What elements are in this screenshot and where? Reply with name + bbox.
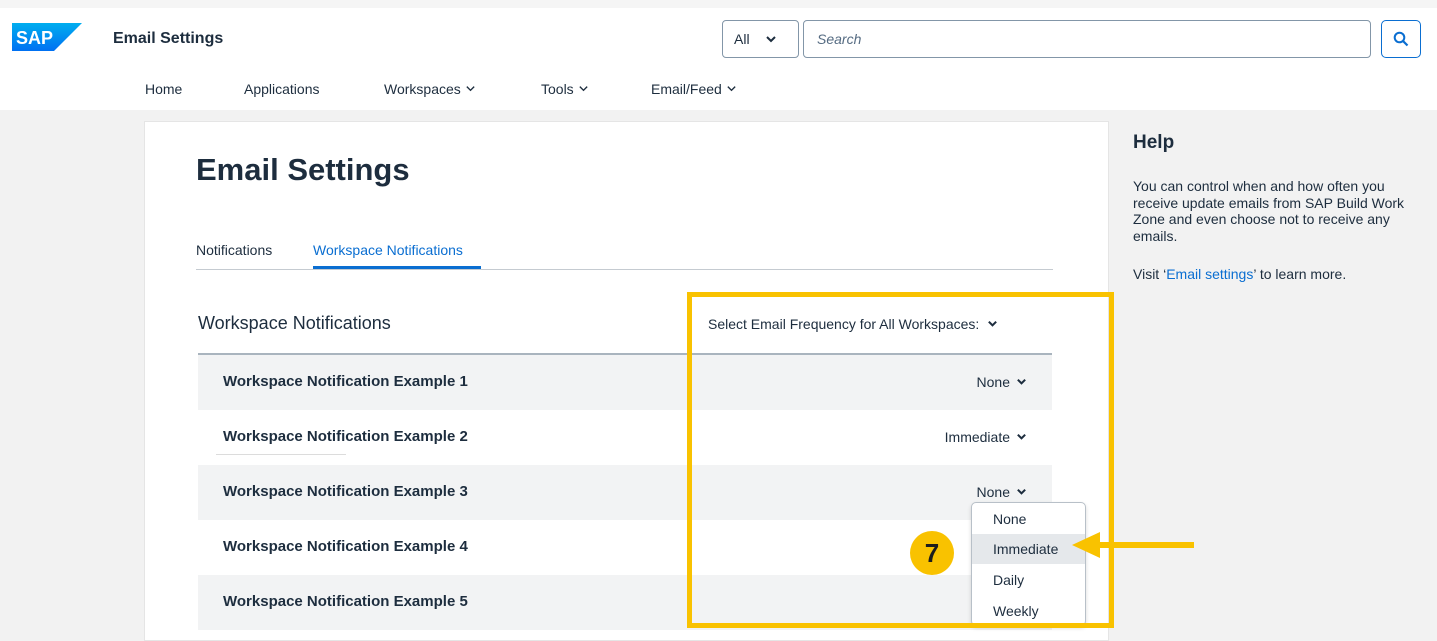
page-title: Email Settings bbox=[196, 152, 410, 187]
nav-email-feed-label: Email/Feed bbox=[651, 81, 722, 97]
sap-logo[interactable]: SAP bbox=[12, 23, 82, 51]
help-title: Help bbox=[1133, 132, 1175, 153]
tab-notifications-label: Notifications bbox=[196, 242, 273, 258]
search-scope-select[interactable]: All bbox=[722, 20, 799, 58]
arrow-left-icon bbox=[1072, 532, 1194, 558]
chevron-down-icon bbox=[727, 86, 736, 92]
tabs-divider bbox=[196, 269, 1053, 270]
logo-text: SAP bbox=[16, 28, 53, 48]
chevron-down-icon bbox=[466, 86, 475, 92]
workspace-name: Workspace Notification Example 5 bbox=[223, 593, 468, 610]
workspace-name: Workspace Notification Example 4 bbox=[223, 538, 468, 555]
search-button[interactable] bbox=[1381, 20, 1421, 58]
search-scope-value: All bbox=[734, 31, 750, 47]
step-badge: 7 bbox=[910, 531, 954, 575]
nav-tools[interactable]: Tools bbox=[541, 81, 589, 97]
workspace-name: Workspace Notification Example 1 bbox=[223, 373, 468, 390]
help-text: You can control when and how often you r… bbox=[1133, 178, 1405, 244]
email-settings-link[interactable]: Email settings bbox=[1166, 266, 1253, 282]
active-tab-indicator bbox=[313, 266, 481, 269]
workspace-name: Workspace Notification Example 2 bbox=[223, 428, 468, 445]
nav-email-feed[interactable]: Email/Feed bbox=[651, 81, 737, 97]
help-link-row: Visit ‘Email settings’ to learn more. bbox=[1133, 266, 1413, 282]
nav-home[interactable]: Home bbox=[145, 81, 182, 97]
search-input[interactable]: Search bbox=[803, 20, 1371, 58]
nav-workspaces-label: Workspaces bbox=[384, 81, 461, 97]
chevron-down-icon bbox=[765, 36, 776, 43]
section-title: Workspace Notifications bbox=[198, 313, 391, 333]
row-focus-line bbox=[216, 454, 346, 455]
search-icon bbox=[1393, 31, 1409, 47]
help-link-suffix: ’ to learn more. bbox=[1253, 266, 1347, 283]
app-title: Email Settings bbox=[113, 30, 224, 47]
nav-workspaces[interactable]: Workspaces bbox=[384, 81, 476, 97]
workspace-name: Workspace Notification Example 3 bbox=[223, 483, 468, 500]
search-placeholder: Search bbox=[817, 31, 862, 47]
nav-applications[interactable]: Applications bbox=[244, 81, 320, 97]
tab-workspace-notifications[interactable]: Workspace Notifications bbox=[313, 242, 463, 258]
help-link-prefix: Visit ‘ bbox=[1133, 266, 1167, 283]
top-strip bbox=[0, 0, 1437, 8]
nav-tools-label: Tools bbox=[541, 81, 574, 97]
help-panel: Help You can control when and how often … bbox=[1133, 132, 1413, 282]
tab-workspace-notifications-label: Workspace Notifications bbox=[313, 242, 463, 258]
annotation-highlight-box bbox=[687, 292, 1114, 628]
tab-notifications[interactable]: Notifications bbox=[196, 242, 272, 258]
nav-applications-label: Applications bbox=[244, 81, 320, 97]
chevron-down-icon bbox=[579, 86, 588, 92]
nav-home-label: Home bbox=[145, 81, 183, 97]
